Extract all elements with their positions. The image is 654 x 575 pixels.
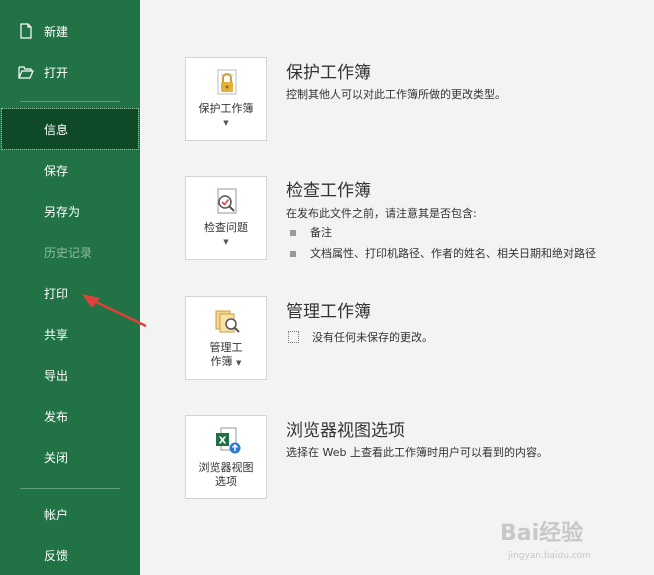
sidebar-item-feedback[interactable]: 反馈 xyxy=(0,535,140,575)
excel-browser-icon: X xyxy=(216,427,241,454)
check-issues-label: 检查问题 xyxy=(204,221,248,234)
list-item: 文档属性、打印机路径、作者的姓名、相关日期和绝对路径 xyxy=(290,245,596,261)
info-panel: 保护工作簿 ▼ 保护工作簿 控制其他人可以对此工作簿所做的更改类型。 检查问题 … xyxy=(140,0,654,575)
watermark-brand: Bai经验 xyxy=(500,521,584,546)
protect-workbook-title: 保护工作簿 xyxy=(286,63,371,83)
sidebar-item-label: 保存 xyxy=(44,163,69,178)
inspect-workbook-title: 检查工作簿 xyxy=(286,181,371,201)
manage-workbook-label-line2-row: 作簿 ▼ xyxy=(190,355,262,370)
check-issues-button[interactable]: 检查问题 ▼ xyxy=(185,176,267,260)
protect-workbook-label: 保护工作簿 xyxy=(198,102,254,115)
lock-icon xyxy=(217,69,237,95)
browser-view-title: 浏览器视图选项 xyxy=(286,421,405,441)
sidebar-item-label: 关闭 xyxy=(44,450,69,465)
inspect-document-icon xyxy=(217,188,237,214)
sidebar-item-info[interactable]: 信息 xyxy=(1,108,139,150)
annotation-arrow-icon xyxy=(82,294,147,328)
browser-view-options-button[interactable]: X 浏览器视图 选项 xyxy=(185,415,267,499)
open-folder-icon xyxy=(18,66,34,79)
sidebar-item-publish[interactable]: 发布 xyxy=(0,396,140,436)
manage-workbook-label-line2: 作簿 xyxy=(210,355,233,368)
sidebar-item-save[interactable]: 保存 xyxy=(0,150,140,190)
sidebar-item-label: 信息 xyxy=(44,122,69,137)
new-doc-icon xyxy=(20,23,32,39)
sidebar-item-label: 反馈 xyxy=(44,548,69,563)
manage-workbook-desc: 没有任何未保存的更改。 xyxy=(312,331,433,344)
chevron-down-icon: ▼ xyxy=(223,238,229,246)
browser-view-label-line2: 选项 xyxy=(215,475,237,488)
manage-workbook-label-line1: 管理工 xyxy=(209,341,243,354)
protect-workbook-button[interactable]: 保护工作簿 ▼ xyxy=(185,57,267,141)
sidebar-item-label: 导出 xyxy=(44,368,69,383)
sidebar-item-label: 另存为 xyxy=(44,204,81,219)
sidebar-divider xyxy=(20,101,120,102)
sidebar-item-label: 新建 xyxy=(44,24,69,39)
sidebar-item-history: 历史记录 xyxy=(0,232,140,272)
sidebar-divider xyxy=(20,488,120,489)
sidebar-item-label: 帐户 xyxy=(44,507,69,522)
sidebar-item-new[interactable]: 新建 xyxy=(0,11,140,51)
browser-view-label-line1: 浏览器视图 xyxy=(198,461,254,474)
watermark-url: jingyan.baidu.com xyxy=(508,551,592,561)
chevron-down-icon: ▼ xyxy=(236,359,242,367)
document-icon xyxy=(288,331,299,343)
sidebar-item-close[interactable]: 关闭 xyxy=(0,437,140,477)
svg-text:X: X xyxy=(219,436,227,447)
baidu-watermark: Bai经验 jingyan.baidu.com xyxy=(500,515,650,575)
sidebar-item-label: 发布 xyxy=(44,409,69,424)
manage-workbook-button[interactable]: 管理工 作簿 ▼ xyxy=(185,296,267,380)
sidebar-item-account[interactable]: 帐户 xyxy=(0,494,140,534)
sidebar-item-save-as[interactable]: 另存为 xyxy=(0,191,140,231)
chevron-down-icon: ▼ xyxy=(223,119,229,127)
sidebar-item-label: 共享 xyxy=(44,327,69,342)
sidebar-item-open[interactable]: 打开 xyxy=(0,52,140,92)
sidebar-item-label: 打印 xyxy=(44,286,69,301)
sidebar-item-export[interactable]: 导出 xyxy=(0,355,140,395)
sidebar-item-label: 打开 xyxy=(44,65,69,80)
inspect-workbook-desc: 在发布此文件之前，请注意其是否包含: xyxy=(286,207,477,220)
list-item: 备注 xyxy=(290,224,332,240)
manage-versions-icon xyxy=(215,310,240,333)
sidebar-item-label: 历史记录 xyxy=(44,245,93,260)
manage-workbook-title: 管理工作簿 xyxy=(286,302,371,322)
protect-workbook-desc: 控制其他人可以对此工作簿所做的更改类型。 xyxy=(286,88,506,101)
browser-view-desc: 选择在 Web 上查看此工作簿时用户可以看到的内容。 xyxy=(286,446,548,459)
backstage-sidebar: 新建 打开 信息 保存 另存为 历史记录 打印 共享 导出 发布 关闭 帐户 反… xyxy=(0,0,140,575)
